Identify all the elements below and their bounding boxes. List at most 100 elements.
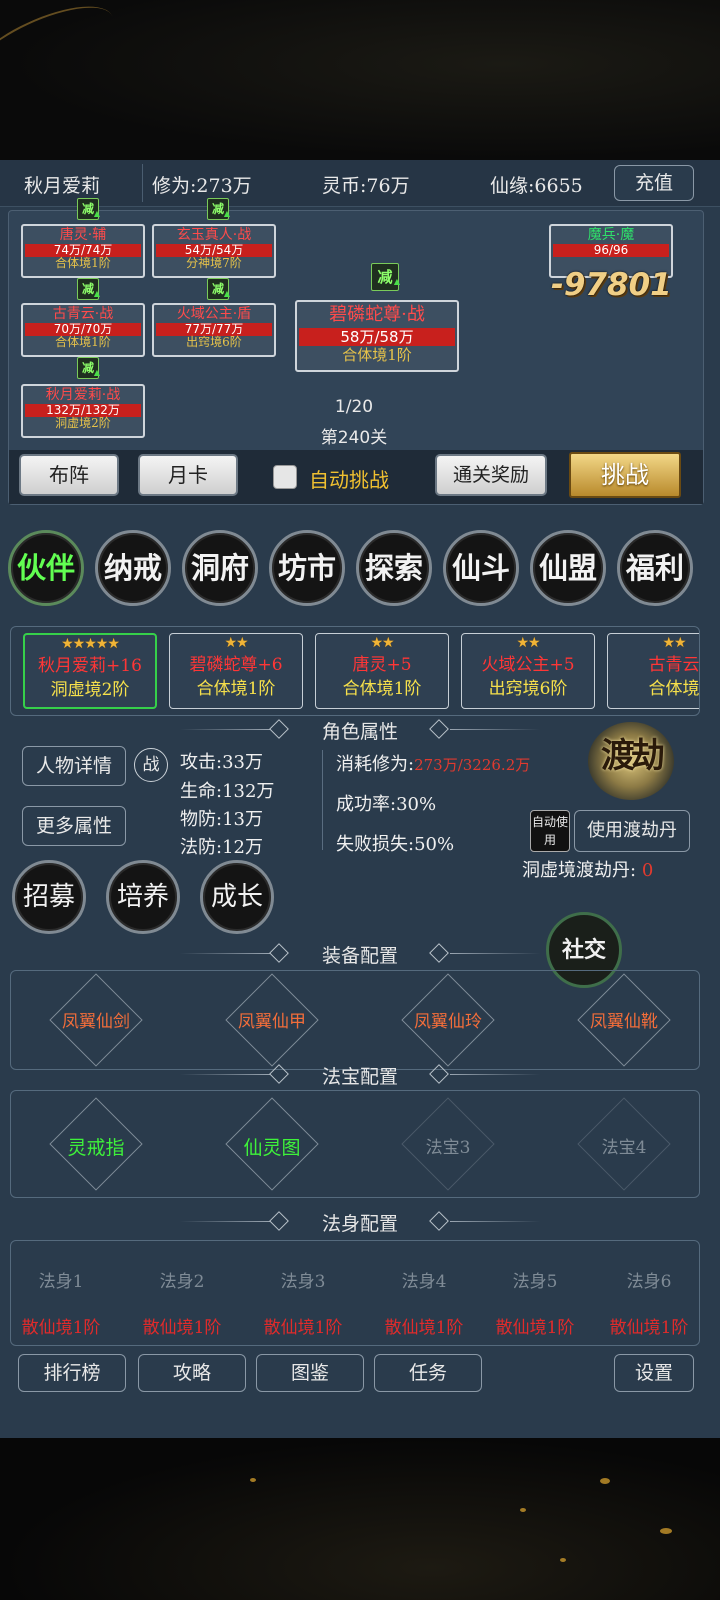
leader-hp: 58万/58万 <box>299 328 455 346</box>
treasure-slot[interactable]: 仙灵图 <box>207 1133 337 1160</box>
task-button[interactable]: 任务 <box>374 1354 482 1392</box>
ally-card[interactable]: 古青云·战 70万/70万 合体境1阶 <box>21 303 145 357</box>
body-level: 散仙境1阶 <box>495 1318 575 1338</box>
monthly-card-button[interactable]: 月卡 <box>138 454 238 496</box>
gold-streak <box>0 0 126 111</box>
menu-market[interactable]: 坊市 <box>269 530 345 606</box>
partner-name: 碧磷蛇尊+6 <box>189 655 283 675</box>
tribulation-label: 渡劫 <box>601 736 665 776</box>
auto-challenge-checkbox[interactable] <box>273 465 297 489</box>
partner-level: 合体境 <box>648 679 700 699</box>
partner-name: 古青云 <box>648 655 700 675</box>
body-title: 法身配置 <box>321 1213 398 1235</box>
debuff-icon: 减 <box>207 278 230 303</box>
ally-card[interactable]: 唐灵·辅 74万/74万 合体境1阶 <box>21 224 145 278</box>
auto-use-toggle[interactable]: 自动使用 <box>530 810 570 852</box>
menu-cave[interactable]: 洞府 <box>182 530 258 606</box>
gold-speck <box>560 1558 566 1562</box>
equipment-slot[interactable]: 凤翼仙剑 <box>31 1007 161 1032</box>
body-slot[interactable]: 法身1 <box>0 1267 126 1292</box>
body-level: 散仙境1阶 <box>609 1318 689 1338</box>
ally-card[interactable]: 秋月爱莉·战 132万/132万 洞虚境2阶 <box>21 384 145 438</box>
equipment-slot[interactable]: 凤翼仙甲 <box>207 1007 337 1032</box>
guide-button[interactable]: 攻略 <box>138 1354 246 1392</box>
body-slot[interactable]: 法身3 <box>238 1267 368 1292</box>
ally-name: 火域公主·盾 <box>176 306 252 322</box>
magic-defense-stat: 法防:12万 <box>180 837 263 858</box>
background-bottom <box>0 1438 720 1600</box>
damage-number: -97801 <box>551 267 672 303</box>
star-rating: ★★ <box>516 635 540 651</box>
divider <box>142 164 143 202</box>
treasure-slot[interactable]: 法宝4 <box>559 1133 689 1158</box>
menu-alliance[interactable]: 仙盟 <box>530 530 606 606</box>
ally-name: 秋月爱莉·战 <box>45 387 121 403</box>
partner-name: 唐灵+5 <box>352 655 412 675</box>
equipment-slot[interactable]: 凤翼仙靴 <box>559 1007 689 1032</box>
treasure-slot[interactable]: 灵戒指 <box>31 1133 161 1160</box>
body-panel: 法身1 散仙境1阶 法身2 散仙境1阶 法身3 散仙境1阶 法身4 散仙境1阶 … <box>10 1240 700 1346</box>
challenge-button[interactable]: 挑战 <box>569 452 681 498</box>
menu-arena[interactable]: 仙斗 <box>443 530 519 606</box>
background-top <box>0 0 720 160</box>
partner-card[interactable]: ★★ 碧磷蛇尊+6 合体境1阶 <box>169 633 303 709</box>
more-attributes-button[interactable]: 更多属性 <box>22 806 126 846</box>
star-rating: ★★ <box>370 635 394 651</box>
use-pill-button[interactable]: 使用渡劫丹 <box>574 810 690 852</box>
body-slot[interactable]: 法身5 <box>470 1267 600 1292</box>
menu-partner[interactable]: 伙伴 <box>8 530 84 606</box>
leader-level: 合体境1阶 <box>342 346 412 364</box>
ornament-line <box>450 953 540 954</box>
star-rating: ★★ <box>224 635 248 651</box>
cultivate-button[interactable]: 培养 <box>106 860 180 934</box>
partner-name: 秋月爱莉+16 <box>38 656 142 676</box>
ally-level: 合体境1阶 <box>55 335 111 349</box>
character-detail-button[interactable]: 人物详情 <box>22 746 126 786</box>
tribulation-button[interactable]: 渡劫 <box>588 722 674 800</box>
leader-card[interactable]: 碧磷蛇尊·战 58万/58万 合体境1阶 <box>295 300 459 372</box>
treasure-slot[interactable]: 法宝3 <box>383 1133 513 1158</box>
ornament-line <box>450 1221 540 1222</box>
menu-welfare[interactable]: 福利 <box>617 530 693 606</box>
body-slot[interactable]: 法身2 <box>117 1267 247 1292</box>
recruit-button[interactable]: 招募 <box>12 860 86 934</box>
formation-button[interactable]: 布阵 <box>19 454 119 496</box>
menu-explore[interactable]: 探索 <box>356 530 432 606</box>
clear-reward-button[interactable]: 通关奖励 <box>435 454 547 496</box>
ornament-line <box>450 1074 540 1075</box>
cost-value: 273万/3226.2万 <box>414 756 531 774</box>
star-rating: ★★ <box>662 635 686 651</box>
divider <box>322 750 323 850</box>
growth-button[interactable]: 成长 <box>200 860 274 934</box>
ally-level: 分神境7阶 <box>186 256 242 270</box>
equipment-panel: 凤翼仙剑 凤翼仙甲 凤翼仙玲 凤翼仙靴 <box>10 970 700 1070</box>
ranking-button[interactable]: 排行榜 <box>18 1354 126 1392</box>
body-slot[interactable]: 法身6 <box>584 1267 714 1292</box>
battle-controls: 布阵 月卡 自动挑战 通关奖励 挑战 <box>9 450 703 504</box>
ally-level: 合体境1阶 <box>55 256 111 270</box>
attack-stat: 攻击:33万 <box>180 752 263 773</box>
equipment-slot[interactable]: 凤翼仙玲 <box>383 1007 513 1032</box>
stage-label: 第240关 <box>320 428 388 448</box>
main-panel: 秋月爱莉 修为:273万 灵币:76万 仙缘:6655 充值 减 减 减 减 减… <box>0 160 720 1438</box>
codex-button[interactable]: 图鉴 <box>256 1354 364 1392</box>
leader-name: 碧磷蛇尊·战 <box>329 304 425 325</box>
partner-card[interactable]: ★★ 火域公主+5 出窍境6阶 <box>461 633 595 709</box>
partner-card[interactable]: ★★★★★ 秋月爱莉+16 洞虚境2阶 <box>23 633 157 709</box>
gold-speck <box>660 1528 672 1534</box>
menu-storage-ring[interactable]: 纳戒 <box>95 530 171 606</box>
settings-button[interactable]: 设置 <box>614 1354 694 1392</box>
partner-card[interactable]: ★★ 唐灵+5 合体境1阶 <box>315 633 449 709</box>
physical-defense-stat: 物防:13万 <box>180 809 263 830</box>
ally-card[interactable]: 火域公主·盾 77万/77万 出窍境6阶 <box>152 303 276 357</box>
partner-card[interactable]: ★★ 古青云 合体境 <box>607 633 700 709</box>
gold-streak <box>150 1438 720 1498</box>
ally-name: 玄玉真人·战 <box>176 227 252 243</box>
ally-level: 洞虚境2阶 <box>55 416 111 430</box>
partner-name: 火域公主+5 <box>481 655 575 675</box>
gold-speck <box>520 1508 526 1512</box>
body-level: 散仙境1阶 <box>263 1318 343 1338</box>
recharge-button[interactable]: 充值 <box>614 165 694 201</box>
ally-card[interactable]: 玄玉真人·战 54万/54万 分神境7阶 <box>152 224 276 278</box>
debuff-icon: 减 <box>207 198 230 223</box>
